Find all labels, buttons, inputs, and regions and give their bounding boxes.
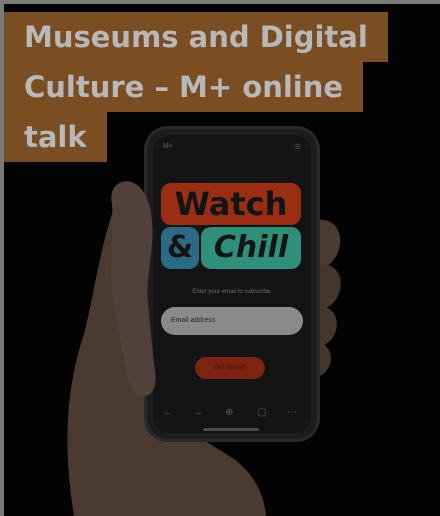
title-line-2: Culture – M+ online	[4, 62, 364, 112]
media-card[interactable]: M+ ☰ Watch & Chill Enter your email to s…	[4, 4, 440, 516]
title-line-3: talk	[4, 112, 107, 162]
title-overlay: Museums and Digital Culture – M+ online …	[4, 12, 388, 162]
title-line-1: Museums and Digital	[4, 12, 388, 62]
